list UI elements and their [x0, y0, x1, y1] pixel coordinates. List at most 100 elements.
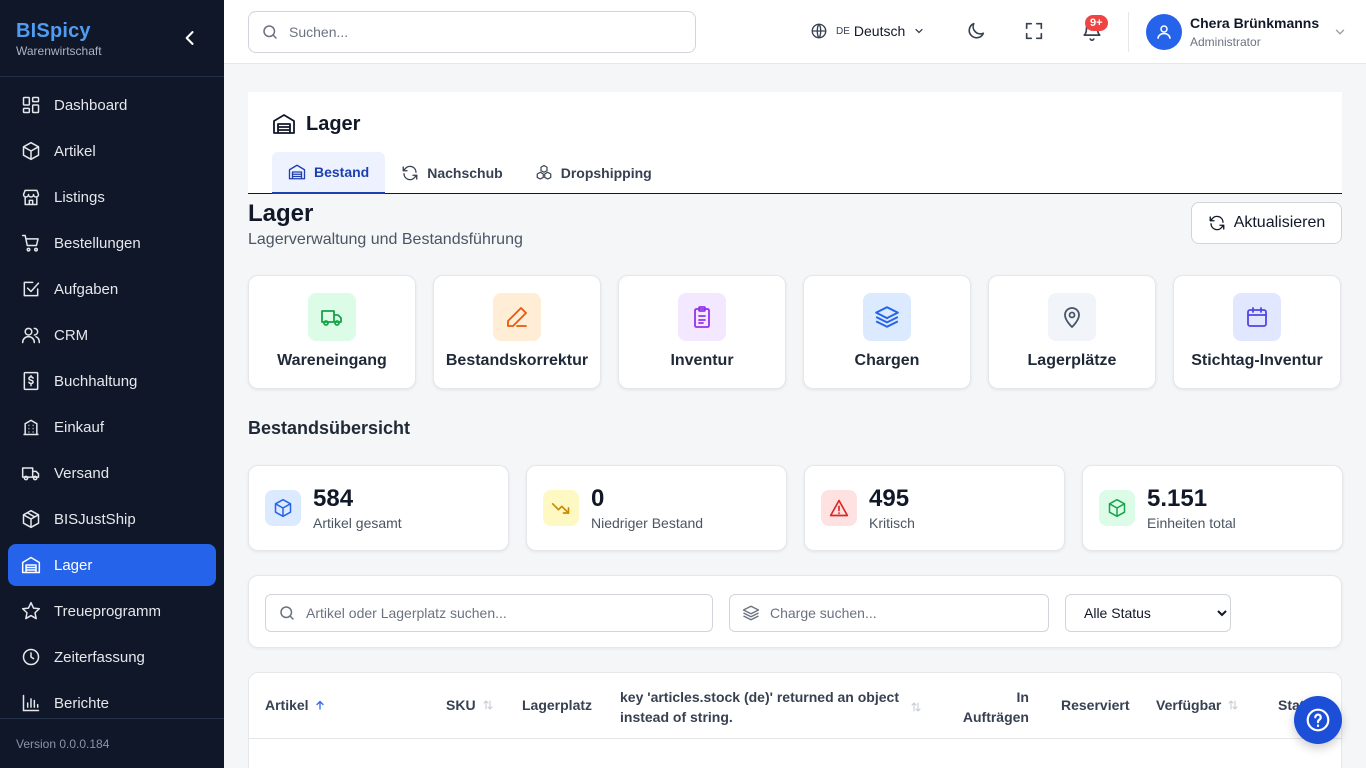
dashboard-icon [20, 94, 42, 116]
building-icon [20, 416, 42, 438]
sidebar-item-label: Lager [54, 556, 93, 574]
sidebar-item-label: Versand [54, 464, 110, 482]
stat-label: Artikel gesamt [313, 515, 402, 531]
action-stichtag-inventur[interactable]: Stichtag-Inventur [1173, 275, 1341, 389]
user-menu[interactable]: Chera Brünkmanns Administrator [1146, 14, 1347, 50]
chevron-down-icon [913, 25, 925, 37]
language-label: Deutsch [853, 23, 906, 39]
sidebar-item-treueprogramm[interactable]: Treueprogramm [8, 590, 216, 632]
article-search-input[interactable] [306, 605, 697, 621]
stat-label: Kritisch [869, 515, 915, 531]
stats-row: 584 Artikel gesamt 0 Niedriger Bestand 4… [248, 465, 1343, 551]
stat-value: 584 [313, 485, 354, 512]
column-label: Aufträgen [962, 709, 1029, 725]
column-header-artikel[interactable]: Artikel [265, 697, 326, 713]
sidebar-bottom-divider [0, 718, 224, 719]
table-header: Artikel SKU Lagerplatz key 'articles.sto… [249, 673, 1343, 739]
help-icon [1306, 708, 1330, 732]
sidebar-item-bestellungen[interactable]: Bestellungen [8, 222, 216, 264]
warehouse-icon [273, 114, 295, 134]
batch-search-field[interactable] [729, 594, 1049, 632]
sort-icon [1228, 700, 1238, 710]
topbar-divider [1128, 12, 1129, 52]
action-label: Lagerplätze [1027, 352, 1117, 369]
sidebar-item-aufgaben[interactable]: Aufgaben [8, 268, 216, 310]
header-title-text: Lager [306, 112, 361, 135]
sidebar-item-lager[interactable]: Lager [8, 544, 216, 586]
sidebar-item-label: Artikel [54, 142, 96, 160]
checkbox-icon [20, 278, 42, 300]
receipt-icon [20, 370, 42, 392]
trending-down-icon [551, 503, 570, 514]
action-label: Stichtag-Inventur [1191, 352, 1323, 369]
column-header-stock[interactable]: key 'articles.stock (de)' returned an ob… [620, 687, 922, 727]
sidebar-item-versand[interactable]: Versand [8, 452, 216, 494]
column-label: SKU [446, 697, 476, 713]
user-role: Administrator [1190, 35, 1261, 49]
sidebar-item-bisjustship[interactable]: BISJustShip [8, 498, 216, 540]
action-inventur[interactable]: Inventur [618, 275, 786, 389]
brand-name: BISpicy [16, 20, 91, 42]
arrow-up-icon [315, 700, 324, 710]
global-search[interactable] [248, 11, 696, 53]
sidebar-item-dashboard[interactable]: Dashboard [8, 84, 216, 126]
dark-mode-button[interactable] [965, 20, 987, 42]
status-filter-select[interactable]: Alle Status [1065, 594, 1231, 632]
sidebar-divider [0, 76, 224, 77]
column-label: Verfügbar [1156, 697, 1222, 713]
calendar-icon [1247, 307, 1267, 327]
sidebar-item-artikel[interactable]: Artikel [8, 130, 216, 172]
stat-kritisch: 495 Kritisch [804, 465, 1065, 551]
global-search-input[interactable] [289, 24, 669, 40]
batch-search-input[interactable] [770, 605, 1046, 621]
stat-value: 495 [869, 485, 910, 512]
action-icon-box [1233, 293, 1281, 341]
map-pin-icon [1064, 307, 1080, 329]
sidebar-item-crm[interactable]: CRM [8, 314, 216, 356]
sidebar: BISpicy Warenwirtschaft Dashboard Artike… [0, 0, 224, 768]
tab-bestand[interactable]: Bestand [272, 152, 386, 194]
sidebar-item-label: Dashboard [54, 96, 128, 114]
sidebar-item-label: Einkauf [54, 418, 105, 436]
chevron-down-icon [1333, 25, 1347, 39]
action-lagerplaetze[interactable]: Lagerplätze [988, 275, 1156, 389]
fullscreen-button[interactable] [1023, 20, 1045, 42]
globe-icon [810, 22, 828, 40]
tab-nachschub[interactable]: Nachschub [385, 152, 518, 194]
package-icon [20, 508, 42, 530]
version-label: Version 0.0.0.184 [16, 737, 110, 751]
clock-icon [20, 646, 42, 668]
tab-bar: Bestand Nachschub Dropshipping [272, 152, 668, 194]
tab-dropshipping[interactable]: Dropshipping [519, 152, 668, 194]
action-bestandskorrektur[interactable]: Bestandskorrektur [433, 275, 601, 389]
tab-label: Nachschub [427, 165, 503, 181]
collapse-sidebar-button[interactable] [180, 28, 200, 48]
sidebar-item-label: Buchhaltung [54, 372, 138, 390]
sidebar-item-einkauf[interactable]: Einkauf [8, 406, 216, 448]
overview-heading: Bestandsübersicht [248, 418, 411, 438]
column-header-verfuegbar[interactable]: Verfügbar [1156, 697, 1239, 713]
layers-icon [742, 604, 760, 622]
stat-value: 0 [591, 485, 605, 512]
avatar [1146, 14, 1182, 50]
stat-niedriger-bestand: 0 Niedriger Bestand [526, 465, 787, 551]
refresh-icon [402, 165, 418, 181]
sidebar-item-buchhaltung[interactable]: Buchhaltung [8, 360, 216, 402]
action-wareneingang[interactable]: Wareneingang [248, 275, 416, 389]
sidebar-item-label: Aufgaben [54, 280, 119, 298]
article-search-field[interactable] [265, 594, 713, 632]
refresh-button[interactable]: Aktualisieren [1191, 202, 1342, 244]
language-selector[interactable]: DE Deutsch [810, 22, 925, 40]
action-chargen[interactable]: Chargen [803, 275, 971, 389]
pencil-icon [507, 307, 527, 327]
sidebar-item-listings[interactable]: Listings [8, 176, 216, 218]
sidebar-item-zeiterfassung[interactable]: Zeiterfassung [8, 636, 216, 678]
lager-header-card: Lager Bestand Nachschub Dropshipping [248, 92, 1342, 194]
help-button[interactable] [1294, 696, 1342, 744]
column-header-sku[interactable]: SKU [446, 697, 494, 713]
boxes-icon [536, 164, 552, 180]
column-label: Artikel [265, 697, 309, 713]
search-icon [261, 23, 279, 41]
bar-chart-icon [20, 692, 42, 714]
clipboard-icon [694, 306, 710, 328]
